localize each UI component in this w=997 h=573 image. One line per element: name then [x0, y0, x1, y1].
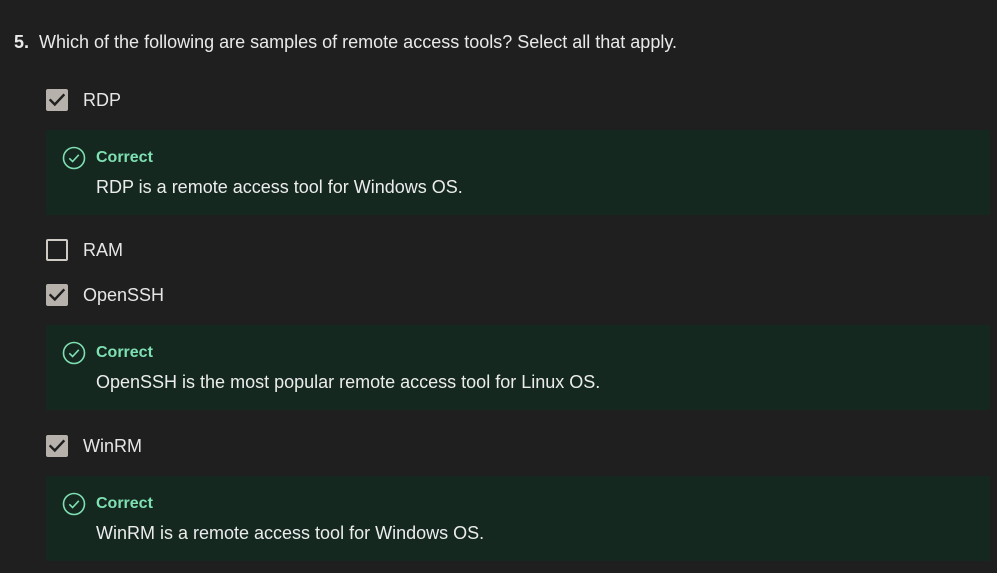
check-circle-icon — [62, 341, 86, 365]
question-prompt: 5. Which of the following are samples of … — [14, 29, 677, 55]
option-openssh[interactable]: OpenSSH — [46, 283, 164, 307]
feedback-winrm: Correct WinRM is a remote access tool fo… — [46, 476, 990, 561]
feedback-rdp: Correct RDP is a remote access tool for … — [46, 130, 990, 215]
option-label: WinRM — [83, 435, 142, 456]
checkbox-checked-icon[interactable] — [46, 89, 68, 111]
option-ram[interactable]: RAM — [46, 238, 123, 262]
feedback-status: Correct — [96, 149, 153, 166]
question-number: 5. — [14, 32, 30, 52]
option-winrm[interactable]: WinRM — [46, 434, 142, 458]
option-label: RAM — [83, 239, 123, 260]
feedback-status: Correct — [96, 495, 153, 512]
checkbox-checked-icon[interactable] — [46, 435, 68, 457]
feedback-explanation: WinRM is a remote access tool for Window… — [96, 523, 485, 543]
check-circle-icon — [62, 492, 86, 516]
option-label: RDP — [83, 89, 122, 110]
checkbox-unchecked-icon[interactable] — [46, 239, 68, 261]
feedback-explanation: OpenSSH is the most popular remote acces… — [96, 372, 601, 392]
check-circle-icon — [62, 146, 86, 170]
checkbox-checked-icon[interactable] — [46, 284, 68, 306]
feedback-status: Correct — [96, 344, 153, 361]
option-rdp[interactable]: RDP — [46, 88, 121, 112]
option-label: OpenSSH — [83, 284, 165, 305]
question-text: Which of the following are samples of re… — [39, 32, 677, 52]
feedback-openssh: Correct OpenSSH is the most popular remo… — [46, 325, 990, 410]
feedback-explanation: RDP is a remote access tool for Windows … — [96, 177, 463, 197]
